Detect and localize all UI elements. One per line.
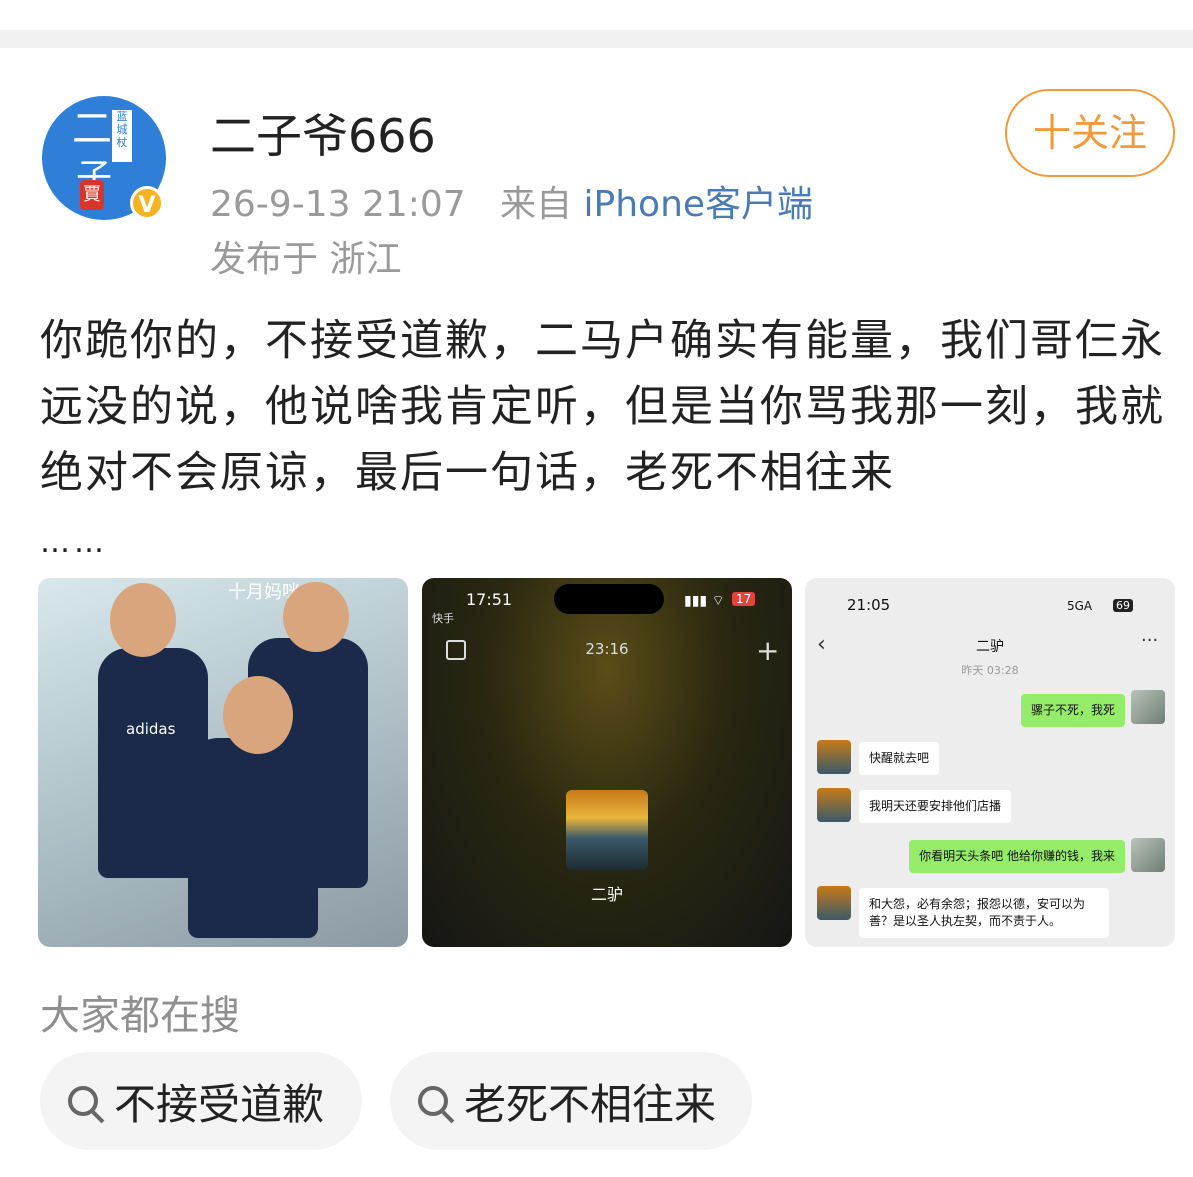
chat-avatar (1131, 690, 1165, 724)
post-source-prefix: 来自 (500, 184, 573, 225)
plus-icon: + (756, 634, 780, 667)
post-image-2[interactable]: 17:51 快手 ▮▮▮ ⌔ 17 23:16 + 二驴 (422, 578, 792, 947)
shirt-logo: adidas (126, 720, 176, 738)
post-date: 26-9-13 21:07 (210, 184, 466, 225)
chat-avatar (817, 788, 851, 822)
chat-bubble: 你看明天头条吧 他给你赚的钱，我来 (909, 840, 1125, 873)
follow-button[interactable]: 十关注 (1005, 89, 1175, 177)
chat-bubble: 和大怨，必有余怨；报怨以德，安可以为善？是以圣人执左契，而不责于人。 (859, 888, 1109, 938)
contact-avatar (566, 790, 648, 870)
post-image-3[interactable]: 21:05 5GA 69 ‹ 二驴 ··· 昨天 03:28 骡子不死，我死 快… (805, 578, 1175, 947)
person-head (110, 583, 176, 657)
search-chip[interactable]: 老死不相往来 (390, 1052, 752, 1150)
person-head (283, 582, 349, 652)
search-chip[interactable]: 不接受道歉 (40, 1052, 362, 1150)
avatar-seal: 賈 (80, 180, 104, 210)
chat-title: 二驴 (976, 639, 1004, 655)
signal-icon: ▮▮▮ ⌔ (684, 593, 725, 609)
contact-name: 二驴 (590, 885, 623, 904)
search-icon (418, 1086, 448, 1116)
person-figure (188, 738, 318, 938)
phone-notch (554, 584, 664, 614)
username[interactable]: 二子爷666 (210, 100, 436, 166)
chat-avatar (817, 740, 851, 774)
top-divider (0, 0, 1193, 48)
chat-bubble: 骡子不死，我死 (1020, 694, 1125, 727)
chat-bubble: 我明天还要安排他们店播 (859, 790, 1012, 823)
search-chip-label: 老死不相往来 (464, 1079, 717, 1129)
search-icon (68, 1086, 98, 1116)
status-app: 快手 (432, 612, 454, 625)
post-text: 你跪你的，不接受道歉，二马户确实有能量，我们哥仨永远没的说，他说啥我肯定听，但是… (40, 316, 1165, 498)
verified-icon: V (130, 186, 164, 220)
status-time: 21:05 (847, 596, 891, 614)
chat-bubble: 快醒就去吧 (859, 742, 940, 775)
post-image-1[interactable]: 十月妈咪 adidas (38, 578, 408, 947)
avatar-tag: 蓝城杖 (112, 110, 132, 162)
post-meta: 26-9-13 21:07 来自 iPhone客户端 (210, 175, 813, 227)
call-clock: 23:16 (585, 640, 629, 658)
network-label: 5GA (1067, 599, 1093, 613)
battery-icon: 17 (732, 592, 756, 606)
chat-avatar (1131, 838, 1165, 872)
search-chip-label: 不接受道歉 (114, 1079, 325, 1129)
chat-date: 昨天 03:28 (961, 664, 1019, 677)
avatar-glyph: 二 (72, 106, 112, 152)
post-more[interactable]: …… (40, 525, 108, 560)
chat-avatar (817, 886, 851, 920)
battery-icon: 69 (1113, 599, 1133, 612)
post-location: 发布于 浙江 (210, 239, 402, 280)
status-time: 17:51 (466, 590, 513, 609)
trending-title: 大家都在搜 (40, 993, 240, 1039)
person-head (223, 676, 293, 754)
more-icon: ··· (1141, 630, 1159, 651)
post-source[interactable]: iPhone客户端 (584, 184, 814, 225)
